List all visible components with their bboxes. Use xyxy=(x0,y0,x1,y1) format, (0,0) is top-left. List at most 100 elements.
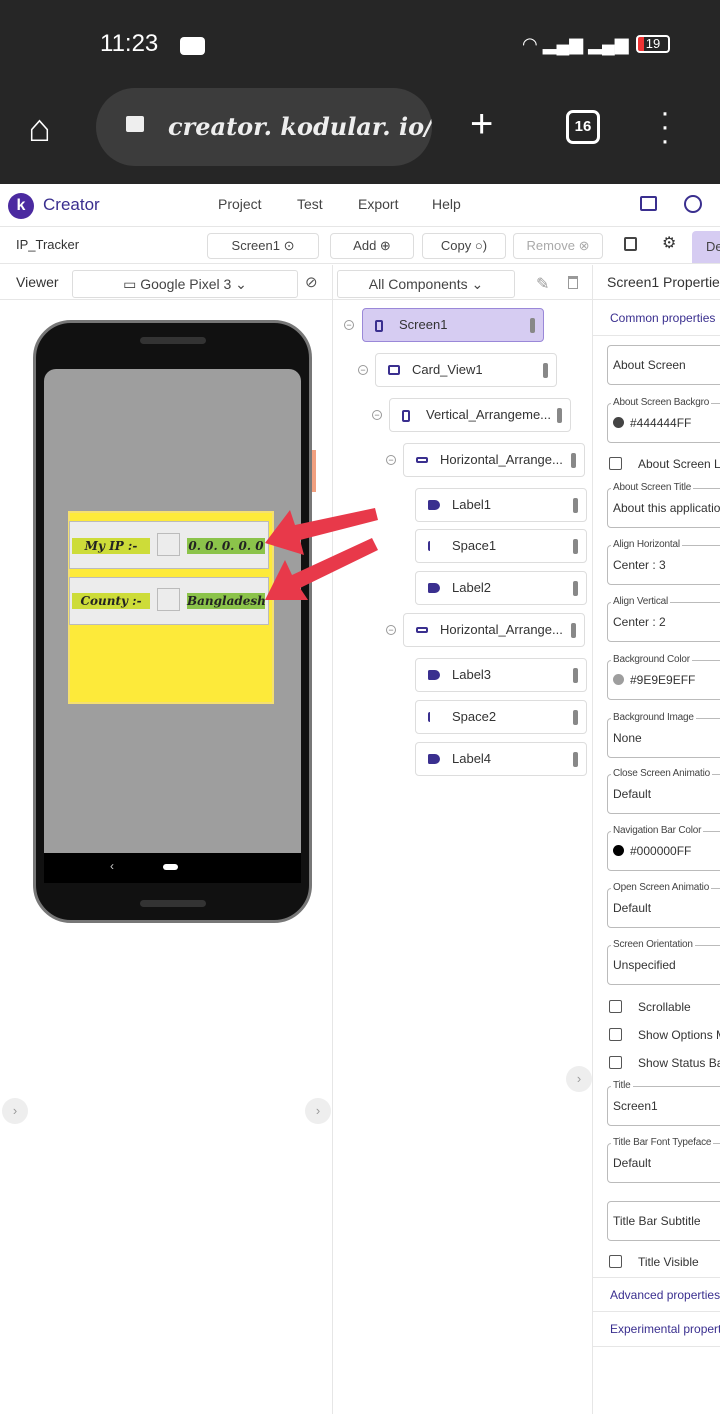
about-links-checkbox[interactable] xyxy=(609,457,622,470)
navigation-bar-color-field[interactable]: Navigation Bar Color #000000FF xyxy=(607,825,720,871)
tree-horizontal-arrangement-1[interactable]: Horizontal_Arrange... xyxy=(403,443,585,477)
tree-label: Space2 xyxy=(452,709,497,724)
tree-label1[interactable]: Label1 xyxy=(415,488,587,522)
pencil-icon[interactable]: ✎ xyxy=(536,274,549,294)
collapse-icon[interactable]: − xyxy=(372,410,382,420)
device-select[interactable]: ▭ Google Pixel 3 ⌄ xyxy=(72,270,298,298)
tree-card-view1[interactable]: Card_View1 xyxy=(375,353,557,387)
tree-space2[interactable]: Space2 xyxy=(415,700,587,734)
eye-off-icon[interactable]: ⊘ xyxy=(305,273,318,291)
expand-viewer-icon[interactable]: › xyxy=(305,1098,331,1124)
align-vertical-field[interactable]: Align Vertical Center : 2 xyxy=(607,596,720,642)
url-bar[interactable]: creator. kodular. io/ xyxy=(96,88,432,166)
tree-label4[interactable]: Label4 xyxy=(415,742,587,776)
lock-icon xyxy=(126,116,144,132)
copy-label: Copy xyxy=(440,238,472,253)
copy-button[interactable]: Copy ○) xyxy=(422,233,506,259)
components-filter[interactable]: All Components ⌄ xyxy=(337,270,515,298)
checkbox-label: Scrollable xyxy=(638,1000,691,1014)
new-tab-icon[interactable]: + xyxy=(470,102,493,147)
palette-icon[interactable] xyxy=(684,195,702,213)
label3[interactable]: County :- xyxy=(72,593,150,609)
tree-label: Horizontal_Arrange... xyxy=(440,622,563,637)
horizontal-arrangement-2[interactable]: County :- Bangladesh xyxy=(69,577,269,625)
field-value: #444444FF xyxy=(630,416,692,430)
tree-label3[interactable]: Label3 xyxy=(415,658,587,692)
experimental-label: Experimental properti xyxy=(610,1322,720,1336)
battery-icon: 19 xyxy=(636,35,670,53)
tree-horizontal-arrangement-2[interactable]: Horizontal_Arrange... xyxy=(403,613,585,647)
title-font-field[interactable]: Title Bar Font Typeface Default xyxy=(607,1137,720,1183)
folder-icon[interactable] xyxy=(640,196,657,211)
field-label: Align Vertical xyxy=(611,596,671,608)
collapse-icon[interactable]: − xyxy=(386,625,396,635)
nav-bar: ‹ xyxy=(44,853,301,883)
about-screen-field[interactable]: About Screen xyxy=(607,345,720,385)
tree-screen1[interactable]: Screen1 xyxy=(362,308,544,342)
orientation-field[interactable]: Screen Orientation Unspecified xyxy=(607,939,720,985)
open-animation-field[interactable]: Open Screen Animatio Default xyxy=(607,882,720,928)
gear-icon[interactable]: ⚙ xyxy=(662,233,676,253)
expand-components-icon[interactable]: › xyxy=(566,1066,592,1092)
about-title-field[interactable]: About Screen Title About this application xyxy=(607,482,720,528)
background-color-field[interactable]: Background Color #9E9E9EFF xyxy=(607,654,720,700)
tree-label2[interactable]: Label2 xyxy=(415,571,587,605)
label4[interactable]: Bangladesh xyxy=(187,593,266,609)
tree-label: Space1 xyxy=(452,538,497,553)
experimental-properties-header[interactable]: Experimental properti xyxy=(593,1312,720,1347)
menu-project[interactable]: Project xyxy=(218,196,262,212)
field-label: Close Screen Animatio xyxy=(611,768,712,780)
collapse-icon[interactable]: − xyxy=(386,455,396,465)
home-icon[interactable]: ⌂ xyxy=(28,108,51,151)
tree-label: Label2 xyxy=(452,580,492,595)
align-horizontal-field[interactable]: Align Horizontal Center : 3 xyxy=(607,539,720,585)
menu-export[interactable]: Export xyxy=(358,196,398,212)
checkbox-label: Show Options M xyxy=(638,1028,720,1042)
checkbox-label: Show Status Bar xyxy=(638,1056,720,1070)
title-subtitle-field[interactable]: Title Bar Subtitle xyxy=(607,1201,720,1241)
power-button xyxy=(312,450,316,492)
add-label: Add xyxy=(353,238,377,253)
tree-label: Screen1 xyxy=(399,317,448,332)
designer-tab[interactable]: De xyxy=(692,231,720,263)
about-screen-bg-field[interactable]: About Screen Backgro #444444FF xyxy=(607,397,720,443)
device-label: Google Pixel 3 xyxy=(140,276,232,292)
title-visible-checkbox[interactable] xyxy=(609,1255,622,1268)
collapse-icon[interactable]: − xyxy=(344,320,354,330)
field-value: #9E9E9EFF xyxy=(630,673,696,687)
horizontal-arrangement-1[interactable]: My IP :- 0. 0. 0. 0. 0 xyxy=(69,521,269,569)
label1[interactable]: My IP :- xyxy=(72,538,150,554)
expand-left-icon[interactable]: › xyxy=(2,1098,28,1124)
gallery-icon[interactable] xyxy=(624,237,637,251)
field-label: Title Bar Font Typeface xyxy=(611,1137,714,1149)
screen-select[interactable]: Screen1 ⊙ xyxy=(207,233,319,259)
signal-icon: ◠ ▂▄▆ ▂▄▆ xyxy=(522,34,629,54)
show-options-checkbox[interactable] xyxy=(609,1028,622,1041)
viewer-label: Viewer xyxy=(16,274,59,290)
remove-button[interactable]: Remove ⊗ xyxy=(513,233,603,259)
field-value: Screen1 xyxy=(613,1099,658,1113)
tree-space1[interactable]: Space1 xyxy=(415,529,587,563)
menu-icon[interactable]: · · · xyxy=(660,98,670,156)
common-label: Common properties xyxy=(610,311,716,325)
background-image-field[interactable]: Background Image None xyxy=(607,712,720,758)
show-status-bar-checkbox[interactable] xyxy=(609,1056,622,1069)
color-swatch xyxy=(613,674,624,685)
advanced-properties-header[interactable]: Advanced properties xyxy=(593,1277,720,1312)
menu-test[interactable]: Test xyxy=(297,196,323,212)
field-value: Default xyxy=(613,901,652,915)
close-animation-field[interactable]: Close Screen Animatio Default xyxy=(607,768,720,814)
label2[interactable]: 0. 0. 0. 0. 0 xyxy=(187,538,265,554)
collapse-icon[interactable]: − xyxy=(358,365,368,375)
tree-vertical-arrangement[interactable]: Vertical_Arrangeme... xyxy=(389,398,571,432)
field-value: Center : 2 xyxy=(613,615,666,629)
trash-icon[interactable] xyxy=(568,276,578,289)
common-properties-header[interactable]: Common properties xyxy=(593,300,720,336)
tabs-button[interactable]: 16 xyxy=(566,110,600,144)
field-label: About Screen Backgro xyxy=(611,397,712,409)
title-field[interactable]: Title Screen1 xyxy=(607,1080,720,1126)
add-button[interactable]: Add ⊕ xyxy=(330,233,414,259)
menu-help[interactable]: Help xyxy=(432,196,461,212)
scrollable-checkbox[interactable] xyxy=(609,1000,622,1013)
field-label: Title xyxy=(611,1080,633,1092)
